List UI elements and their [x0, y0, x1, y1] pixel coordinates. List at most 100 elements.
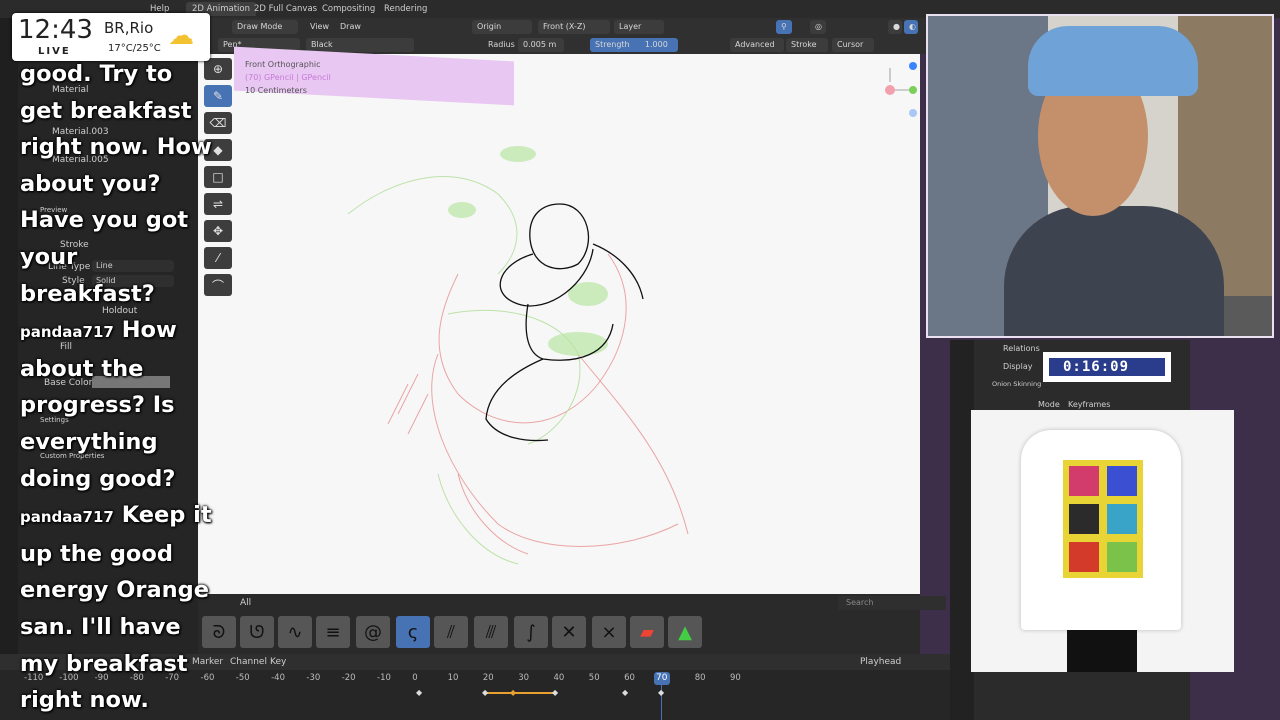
weather-icon: ☁ — [168, 21, 194, 51]
shorts — [1067, 630, 1137, 672]
tab-rendering[interactable]: Rendering — [378, 2, 433, 16]
chat-text: san. I'll have — [20, 613, 181, 640]
material-shading-icon[interactable]: ◐ — [904, 20, 918, 34]
chat-text: progress? Is — [20, 392, 175, 419]
snap-icon[interactable]: ⚲ — [776, 20, 792, 34]
mode-label: Mode — [1038, 400, 1060, 409]
chat-text: Have you got — [20, 207, 189, 234]
towel — [1028, 26, 1198, 96]
merch-tshirt-image — [971, 410, 1234, 672]
chat-text: my breakfast — [20, 650, 188, 677]
frame-number: 40 — [553, 673, 565, 683]
brush-preset-4[interactable]: ≡ — [316, 616, 350, 648]
brush-preset-7[interactable]: ⫽ — [434, 616, 468, 648]
chat-text: your — [20, 243, 78, 270]
chat-message-line: your — [20, 239, 220, 276]
frame-number: 90 — [730, 673, 741, 683]
keyframe[interactable]: ◆ — [658, 688, 664, 697]
keyframe[interactable]: ◆ — [552, 688, 558, 697]
projection-select[interactable]: Front (X-Z) — [538, 20, 610, 34]
chat-message-line: breakfast? — [20, 276, 220, 313]
onion-mode-select[interactable]: Keyframes — [1068, 400, 1110, 409]
frame-number: 20 — [482, 673, 494, 683]
cursor-dropdown[interactable]: Cursor — [832, 38, 874, 52]
stroke-dropdown[interactable]: Stroke — [786, 38, 828, 52]
sketch-strokes — [347, 62, 917, 565]
relations-section[interactable]: Relations — [1003, 344, 1040, 353]
display-section[interactable]: Display — [1003, 362, 1033, 371]
frame-number: -50 — [235, 673, 250, 683]
tab-compositing[interactable]: Compositing — [316, 2, 381, 16]
brush-preset-2[interactable]: ᘎ — [240, 616, 274, 648]
viewport-header: Draw Mode View Draw Origin Front (X-Z) L… — [198, 18, 926, 36]
strength-value: 1.000 — [644, 40, 668, 49]
frame-number: 80 — [694, 673, 706, 683]
brush-preset-5[interactable]: @ — [356, 616, 390, 648]
chat-message-line: Have you got — [20, 202, 220, 239]
brush-search-input[interactable]: Search — [838, 596, 946, 610]
onion-skinning-section[interactable]: Onion Skinning — [992, 380, 1041, 388]
brush-preset-9[interactable]: ∫ — [514, 616, 548, 648]
chat-text: about you? — [20, 170, 161, 197]
stream-timer: 0:16:09 — [1043, 352, 1171, 382]
layer-select[interactable]: Layer — [614, 20, 664, 34]
brush-preset-12[interactable]: ▰ — [630, 616, 664, 648]
brush-preset-11[interactable]: ⨯ — [592, 616, 626, 648]
origin-select[interactable]: Origin — [472, 20, 532, 34]
brush-preset-10[interactable]: ✕ — [552, 616, 586, 648]
chat-message-line: about you? — [20, 166, 220, 203]
chat-message-line: good. Try to — [20, 56, 220, 93]
frame-number: -20 — [341, 673, 356, 683]
chat-message-line: right now. — [20, 682, 220, 719]
key-menu[interactable]: Key — [270, 657, 286, 667]
channel-menu[interactable]: Channel — [230, 657, 267, 667]
chat-username: pandaa717 — [20, 508, 114, 527]
brush-preset-6[interactable]: ς — [396, 616, 430, 648]
solid-shading-icon[interactable]: ● — [888, 20, 902, 34]
strength-field[interactable]: Strength 1.000 — [590, 38, 678, 52]
draw-menu[interactable]: Draw — [340, 20, 361, 34]
advanced-dropdown[interactable]: Advanced — [730, 38, 784, 52]
frame-number: -30 — [306, 673, 321, 683]
chat-text: Keep it — [121, 502, 212, 529]
keyframe[interactable]: ◆ — [510, 688, 516, 697]
clock-time: 12:43 — [18, 15, 93, 45]
keyframe[interactable]: ◆ — [416, 688, 422, 697]
chat-text: about the — [20, 355, 144, 382]
frame-number: -40 — [271, 673, 285, 683]
keyframe[interactable]: ◆ — [622, 688, 628, 697]
view-menu[interactable]: View — [310, 20, 329, 34]
keyframe[interactable]: ◆ — [482, 688, 488, 697]
strength-label: Strength — [595, 40, 630, 49]
frame-number: 10 — [447, 673, 459, 683]
chat-message-line: about the — [20, 351, 220, 388]
playhead-dropdown[interactable]: Playhead — [860, 657, 901, 667]
brush-filter-all[interactable]: All — [240, 598, 251, 608]
chat-text: right now. — [20, 687, 149, 714]
brush-preset-8[interactable]: ⫻ — [474, 616, 508, 648]
tshirt-print — [1063, 460, 1143, 578]
chat-text: everything — [20, 428, 158, 455]
frame-number: -10 — [377, 673, 391, 683]
radius-label: Radius — [488, 40, 515, 49]
webcam-feed — [926, 14, 1274, 338]
clock-widget: 12:43 LIVE BR,Rio 17°C/25°C ☁ — [12, 13, 210, 61]
chat-message-line: pandaa717 Keep it — [20, 497, 220, 536]
brush-preset-3[interactable]: ∿ — [278, 616, 312, 648]
chat-text: up the good — [20, 540, 173, 567]
chat-text: get breakfast — [20, 97, 192, 124]
chat-username: pandaa717 — [20, 323, 114, 342]
clock-location: BR,Rio — [104, 19, 154, 37]
tab-2d-full-canvas[interactable]: 2D Full Canvas — [248, 2, 323, 16]
radius-value[interactable]: 0.005 m — [518, 38, 564, 52]
frame-number: 60 — [624, 673, 635, 683]
chat-message-line: energy Orange — [20, 572, 220, 609]
overlay-icon[interactable]: ◎ — [810, 20, 826, 34]
chat-text: energy Orange — [20, 577, 210, 604]
brush-preset-13[interactable]: ▲ — [668, 616, 702, 648]
brush-asset-shelf: All Search ᘐ ᘎ ∿ ≡ @ ς ⫽ ⫻ ∫ ✕ ⨯ ▰ ▲ — [198, 594, 946, 654]
material-select[interactable]: Black — [306, 38, 414, 52]
mode-select[interactable]: Draw Mode — [232, 20, 298, 34]
chat-message-line: progress? Is — [20, 387, 220, 424]
drawing-viewport[interactable]: Front Orthographic (70) GPencil | GPenci… — [198, 46, 920, 610]
